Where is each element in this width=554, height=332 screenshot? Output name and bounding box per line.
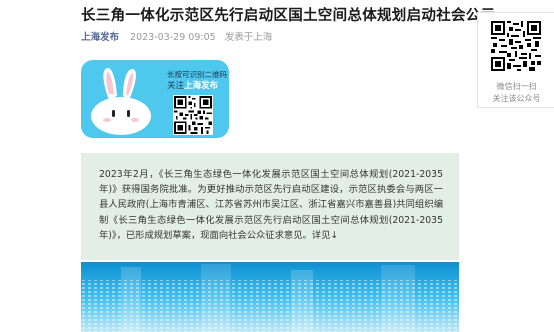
scan-label: 微信扫一扫 [496,82,537,91]
follow-prefix: 关注 [167,81,185,91]
qr-code-icon[interactable] [173,95,213,135]
article-title: 长三角一体化示范区先行启动区国土空间总体规划启动社会公示 [81,8,496,24]
follow-banner[interactable]: 长按可识别二维码 关注上海发布 [81,60,229,138]
publish-location: 发表于上海 [224,32,273,43]
article-image [81,262,459,332]
qr-hint-label: 长按可识别二维码 [167,70,227,79]
article-meta: 上海发布 2023-03-29 09:05 发表于上海 [81,32,272,44]
follow-account-name: 上海发布 [184,81,219,91]
qr-code-icon [491,21,541,71]
rabbit-mascot-icon [91,67,151,135]
follow-account-label: 关注该公众号 [492,94,541,103]
intro-text: 2023年2月，《长三角生态绿色一体化发展示范区国土空间总体规划(2021-20… [99,169,443,241]
account-name-link[interactable]: 上海发布 [81,32,119,43]
follow-hint: 关注上海发布 [167,81,218,92]
publish-time: 2023-03-29 09:05 [130,32,216,43]
side-qr-panel: 微信扫一扫 关注该公众号 [477,12,554,108]
intro-box: 2023年2月，《长三角生态绿色一体化发展示范区国土空间总体规划(2021-20… [81,153,459,260]
